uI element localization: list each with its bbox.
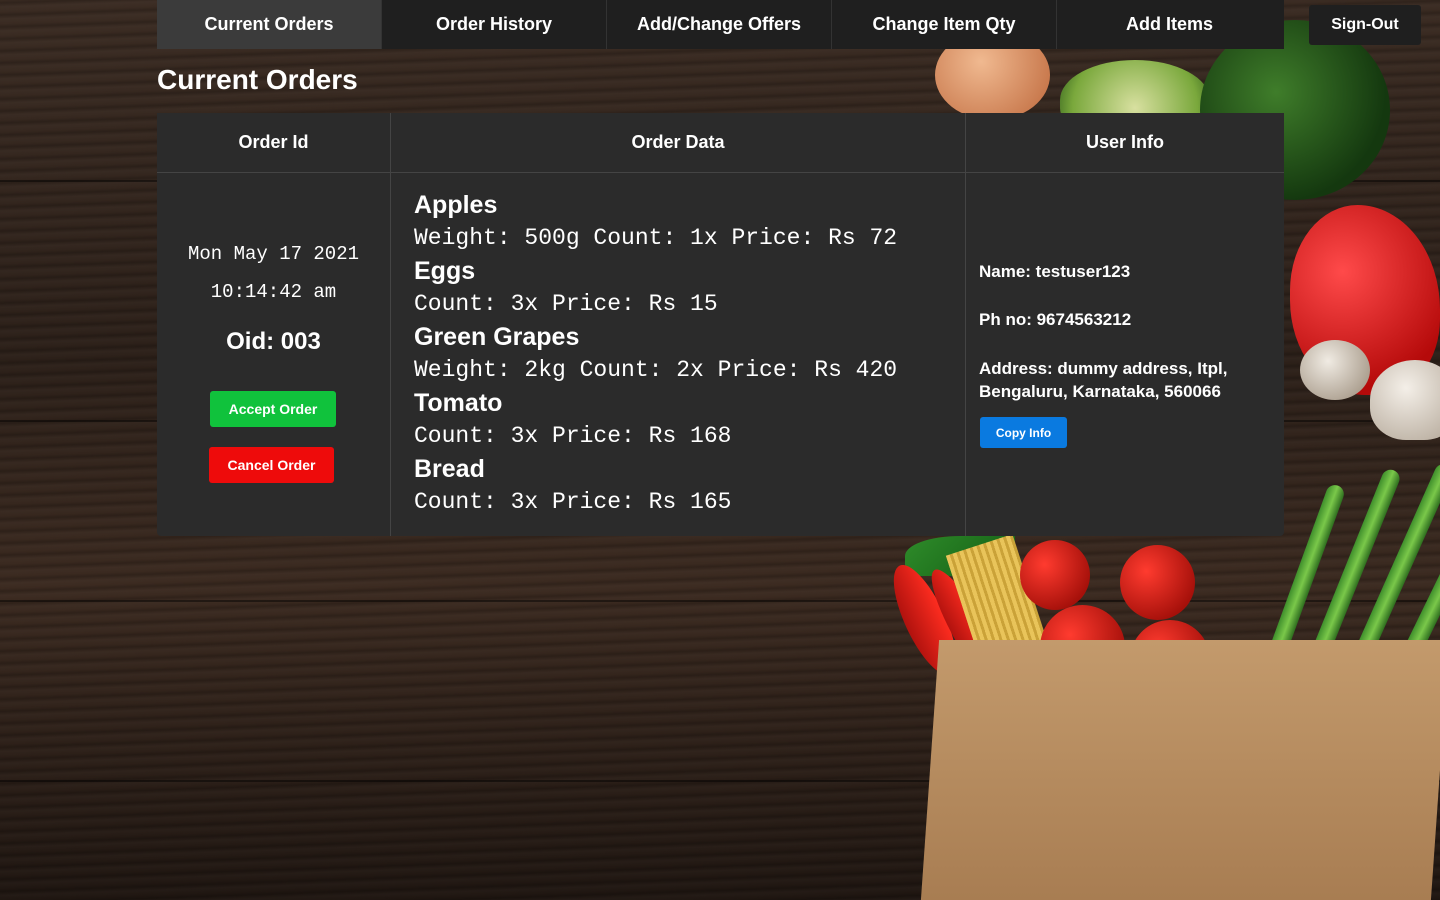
item-detail: Count: 3x Price: Rs 165 <box>414 489 732 515</box>
paper-bag-decoration <box>920 640 1440 900</box>
tab-add-change-offers[interactable]: Add/Change Offers <box>607 0 832 49</box>
list-item: Green Grapes Weight: 2kg Count: 2x Price… <box>414 321 897 387</box>
order-date: Mon May 17 2021 <box>187 243 360 265</box>
copy-info-button[interactable]: Copy Info <box>980 417 1067 448</box>
column-header-order-data: Order Data <box>631 132 725 152</box>
main-navbar: Current Orders Order History Add/Change … <box>157 0 1284 49</box>
list-item: Apples Weight: 500g Count: 1x Price: Rs … <box>414 189 897 255</box>
tab-current-orders[interactable]: Current Orders <box>157 0 382 49</box>
user-address: Address: dummy address, Itpl, Bengaluru,… <box>979 359 1228 401</box>
list-item: Tomato Count: 3x Price: Rs 168 <box>414 387 897 453</box>
sign-out-button[interactable]: Sign-Out <box>1309 5 1421 45</box>
tomato-decoration <box>1120 545 1195 620</box>
list-item: Bread Count: 3x Price: Rs 165 <box>414 453 897 519</box>
tab-order-history[interactable]: Order History <box>382 0 607 49</box>
item-detail: Weight: 500g Count: 1x Price: Rs 72 <box>414 225 898 251</box>
tab-add-items[interactable]: Add Items <box>1057 0 1282 49</box>
orders-table: Order Id Order Data User Info Mon May 17… <box>157 113 1284 536</box>
cancel-order-button[interactable]: Cancel Order <box>209 447 334 483</box>
item-name: Green Grapes <box>414 323 580 351</box>
user-name: Name: testuser123 <box>979 262 1131 281</box>
mushroom-decoration <box>1300 340 1370 400</box>
wood-plank-line <box>0 600 1440 602</box>
item-detail: Weight: 2kg Count: 2x Price: Rs 420 <box>414 357 898 383</box>
list-item: Eggs Count: 3x Price: Rs 15 <box>414 255 897 321</box>
accept-order-button[interactable]: Accept Order <box>210 391 336 427</box>
user-phone: Ph no: 9674563212 <box>979 310 1132 329</box>
item-detail: Count: 3x Price: Rs 168 <box>414 423 732 449</box>
item-detail: Count: 3x Price: Rs 15 <box>414 291 718 317</box>
column-divider <box>390 113 391 536</box>
tomato-decoration <box>1020 540 1090 610</box>
page-title: Current Orders <box>157 64 358 95</box>
item-name: Eggs <box>414 257 476 285</box>
column-divider <box>965 113 966 536</box>
order-id: Oid: 003 <box>226 328 321 355</box>
item-name: Tomato <box>414 389 503 417</box>
order-items-list: Apples Weight: 500g Count: 1x Price: Rs … <box>414 189 897 519</box>
item-name: Apples <box>414 191 498 219</box>
tab-change-item-qty[interactable]: Change Item Qty <box>832 0 1057 49</box>
column-header-user-info: User Info <box>1085 132 1164 152</box>
column-header-order-id: Order Id <box>238 132 309 152</box>
item-name: Bread <box>414 455 485 483</box>
order-time: 10:14:42 am <box>210 281 337 303</box>
table-divider <box>157 172 1284 173</box>
